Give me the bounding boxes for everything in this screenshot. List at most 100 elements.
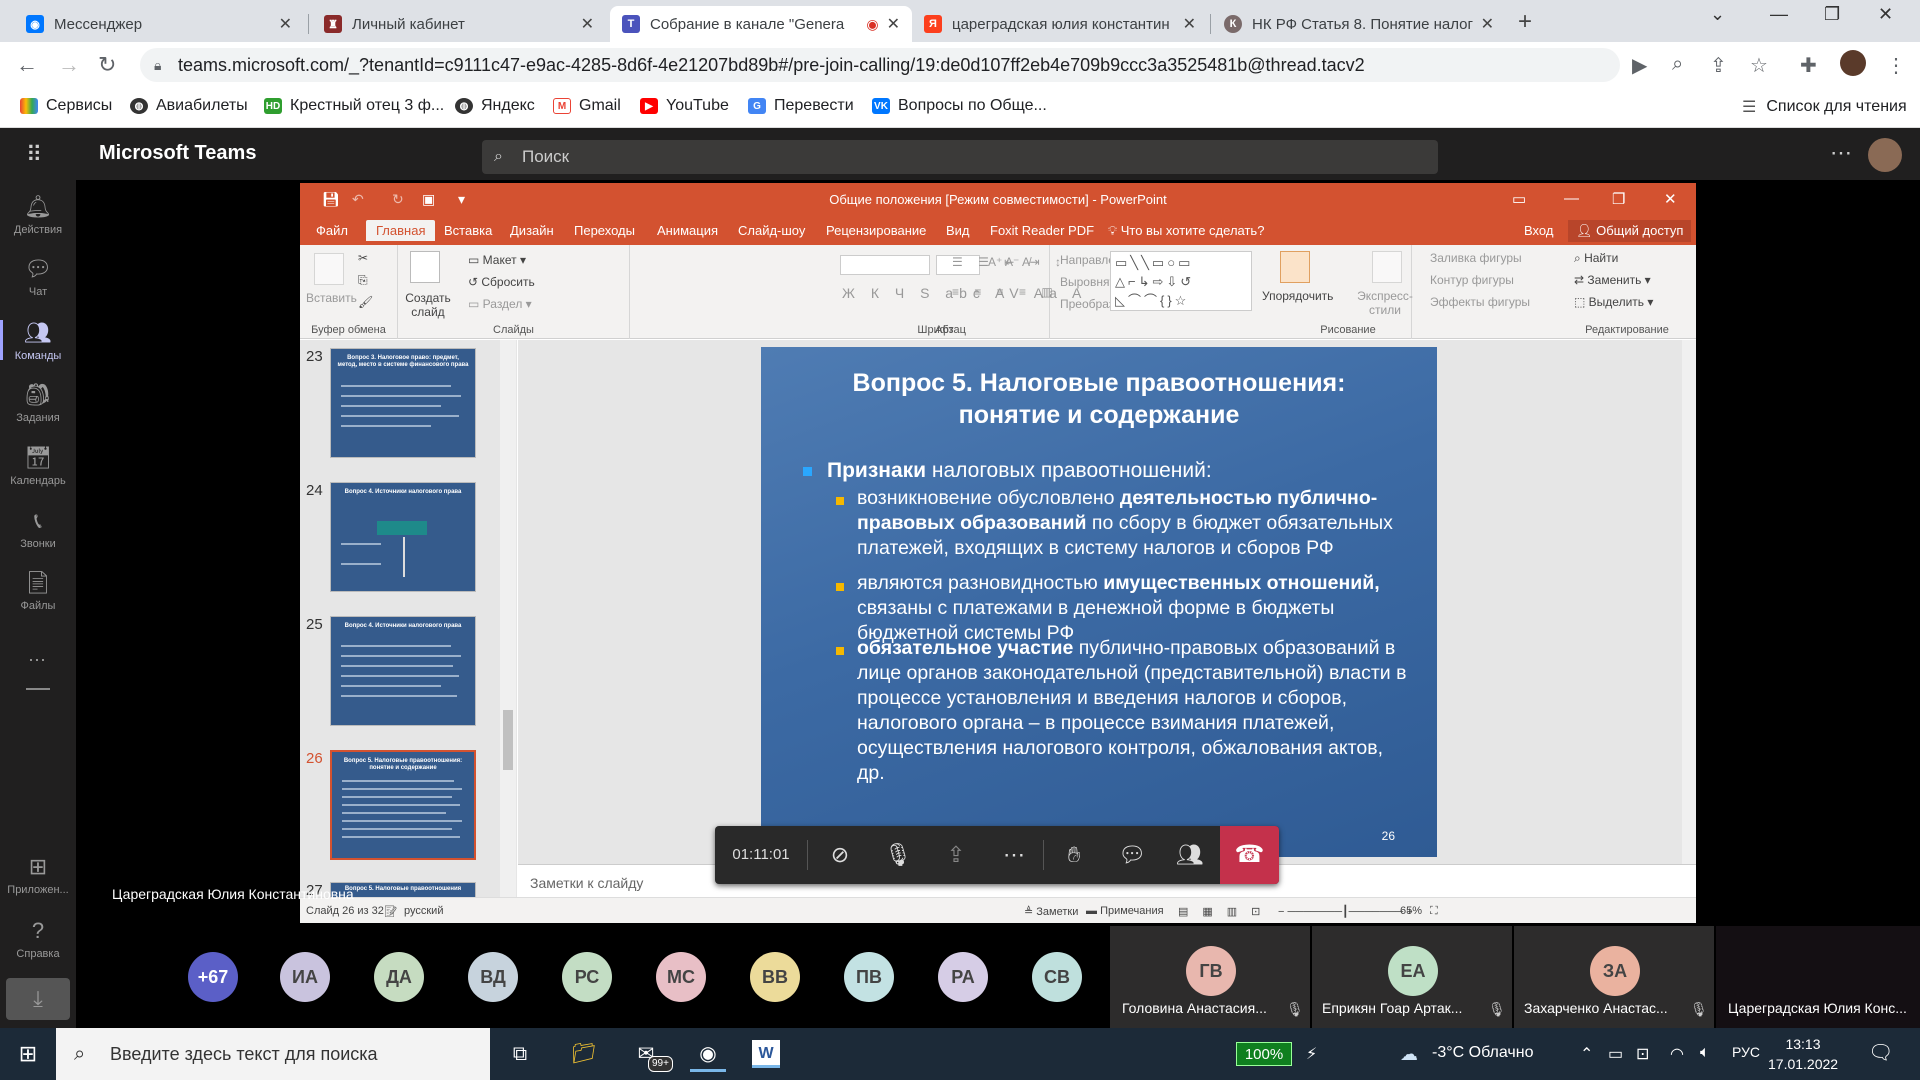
paste-button[interactable]: Вставить: [306, 291, 357, 305]
ribbon-options-icon[interactable]: ▭: [1512, 190, 1526, 208]
chrome-menu-icon[interactable]: ⋮: [1886, 53, 1906, 78]
participant-avatar[interactable]: СВ: [1032, 952, 1082, 1002]
minimize-button[interactable]: —: [1770, 4, 1788, 25]
slide-thumbnail-selected[interactable]: Вопрос 5. Налоговые правоотношения: поня…: [330, 750, 476, 860]
rail-calls[interactable]: 📞︎ Звонки: [0, 508, 76, 550]
participant-avatar[interactable]: МС: [656, 952, 706, 1002]
bookmark-godfather[interactable]: HD Крестный отец 3 ф...: [264, 97, 444, 115]
tab-search-icon[interactable]: ⌄: [1710, 4, 1725, 25]
font-family-select[interactable]: [840, 255, 930, 275]
close-icon[interactable]: ✕: [1481, 14, 1494, 34]
forward-icon[interactable]: →: [58, 52, 80, 78]
scroll-thumb[interactable]: [503, 710, 513, 770]
quick-styles-button[interactable]: Экспресс-стили: [1354, 289, 1416, 317]
bookmark-star-icon[interactable]: ☆: [1750, 53, 1768, 78]
share-button[interactable]: 👤︎ Общий доступ: [1568, 220, 1692, 242]
replace-button[interactable]: ⇄ Заменить ▾: [1574, 273, 1651, 287]
search-input[interactable]: ⌕ Поиск: [482, 140, 1438, 174]
list-buttons[interactable]: ☰ ☰ ⇤ ⇥ ↕: [952, 255, 1067, 269]
more-participants-badge[interactable]: +67: [188, 952, 238, 1002]
close-window-button[interactable]: ✕: [1878, 4, 1893, 25]
tab-insert[interactable]: Вставка: [444, 223, 492, 238]
ppt-restore-button[interactable]: ❐: [1612, 190, 1625, 208]
new-tab-button[interactable]: +: [1518, 8, 1532, 36]
browser-tab-nk-rf[interactable]: К НК РФ Статья 8. Понятие налога ✕: [1212, 6, 1506, 42]
participant-avatar[interactable]: ПВ: [844, 952, 894, 1002]
download-icon[interactable]: ⤓: [6, 978, 70, 1020]
plug-icon[interactable]: ⚡︎: [1306, 1044, 1317, 1064]
fit-slide-icon[interactable]: ⛶: [1430, 905, 1438, 918]
weather-text[interactable]: -3°C Облачно: [1432, 1044, 1533, 1062]
bookmark-questions[interactable]: VK Вопросы по Обще...: [872, 97, 1047, 115]
bookmark-aviatickets[interactable]: ◍ Авиабилеты: [130, 97, 248, 115]
volume-icon[interactable]: 🔈︎: [1700, 1044, 1710, 1062]
ppt-close-button[interactable]: ✕: [1664, 190, 1677, 208]
tab-review[interactable]: Рецензирование: [826, 223, 926, 238]
bookmark-youtube[interactable]: ▶ YouTube: [640, 97, 729, 115]
participant-avatar[interactable]: ДА: [374, 952, 424, 1002]
tab-design[interactable]: Дизайн: [510, 223, 554, 238]
cut-icon[interactable]: ✂: [358, 251, 368, 265]
camera-off-icon[interactable]: ⊘: [811, 826, 869, 884]
shapes-gallery[interactable]: ▭╲╲▭○▭ △⌐↳⇨⇩↺ ◺⌒⌒{}☆: [1110, 251, 1252, 311]
participant-avatar[interactable]: РА: [938, 952, 988, 1002]
camera-blocked-icon[interactable]: ▶: [1632, 53, 1647, 78]
participant-avatar[interactable]: ИА: [280, 952, 330, 1002]
tab-slideshow[interactable]: Слайд-шоу: [738, 223, 805, 238]
language-status[interactable]: русский: [404, 905, 443, 917]
new-slide-button[interactable]: Создать слайд: [402, 291, 454, 319]
url-field[interactable]: 🔒︎ teams.microsoft.com/_?tenantId=c9111c…: [140, 48, 1620, 82]
participants-icon[interactable]: 👥︎: [1161, 826, 1219, 884]
share-icon[interactable]: ⇪: [1710, 53, 1727, 78]
mail-icon[interactable]: ✉ 99+: [628, 1036, 673, 1072]
more-apps-icon[interactable]: ⋯: [28, 650, 46, 671]
format-painter-icon[interactable]: 🖌︎: [358, 295, 373, 309]
chrome-icon[interactable]: ◉: [690, 1036, 726, 1072]
app-launcher-icon[interactable]: ⠿: [26, 142, 42, 168]
view-buttons[interactable]: ▤▦▥⊡: [1178, 905, 1274, 918]
participant-tile[interactable]: ГВ Головина Анастасия... 🎙︎: [1110, 926, 1310, 1028]
tab-view[interactable]: Вид: [946, 223, 970, 238]
profile-avatar[interactable]: [1840, 50, 1866, 76]
close-icon[interactable]: ✕: [887, 14, 900, 34]
participant-tile-presenter[interactable]: Цареградская Юлия Конс...: [1716, 926, 1920, 1028]
network-icon[interactable]: ⊡: [1636, 1044, 1649, 1064]
comments-toggle[interactable]: ▬ Примечания: [1086, 905, 1164, 917]
copy-icon[interactable]: ⎘: [358, 273, 368, 288]
rail-help[interactable]: ? Справка: [0, 918, 76, 960]
mic-muted-icon[interactable]: 🎙︎: [869, 826, 927, 884]
slide-scrollbar[interactable]: [1682, 340, 1696, 864]
reading-list-button[interactable]: ☰ Список для чтения: [1742, 97, 1907, 117]
windows-start-icon[interactable]: ⊞: [10, 1036, 46, 1072]
back-icon[interactable]: ←: [16, 52, 38, 78]
browser-tab-cabinet[interactable]: ♜ Личный кабинет ✕: [312, 6, 606, 42]
select-button[interactable]: ⬚ Выделить ▾: [1574, 295, 1653, 309]
slide-thumbnail[interactable]: Вопрос 4. Источники налогового права: [330, 482, 476, 592]
taskbar-search-input[interactable]: ⌕ Введите здесь текст для поиска: [56, 1028, 490, 1080]
tab-file[interactable]: Файл: [316, 223, 348, 238]
tab-foxit[interactable]: Foxit Reader PDF: [990, 223, 1094, 238]
participant-tile[interactable]: ЗА Захарченко Анастас... 🎙︎: [1514, 926, 1714, 1028]
word-icon[interactable]: W: [752, 1040, 780, 1068]
participant-avatar[interactable]: ВД: [468, 952, 518, 1002]
ppt-minimize-button[interactable]: —: [1564, 190, 1579, 207]
user-avatar[interactable]: [1868, 138, 1902, 172]
bookmark-translate[interactable]: G Перевести: [748, 97, 854, 115]
rail-calendar[interactable]: 📅︎ Календарь: [0, 445, 76, 487]
close-icon[interactable]: ✕: [581, 14, 594, 34]
browser-tab-messenger[interactable]: ◉ Мессенджер ✕: [14, 6, 304, 42]
reload-icon[interactable]: ↻: [98, 52, 116, 78]
battery-icon[interactable]: ▭: [1608, 1044, 1623, 1064]
wifi-icon[interactable]: ◠: [1670, 1044, 1684, 1064]
rail-assignments[interactable]: 🎒︎ Задания: [0, 382, 76, 424]
arrange-icon[interactable]: [1280, 251, 1310, 283]
extensions-icon[interactable]: ✚: [1800, 53, 1817, 78]
chat-icon[interactable]: 💬︎: [1103, 826, 1161, 884]
current-slide[interactable]: Вопрос 5. Налоговые правоотношения: поня…: [761, 347, 1437, 857]
layout-button[interactable]: ▭ Макет ▾: [468, 253, 526, 267]
tab-transitions[interactable]: Переходы: [574, 223, 635, 238]
raise-hand-icon[interactable]: ✋︎: [1045, 826, 1103, 884]
more-actions-icon[interactable]: ⋯: [985, 826, 1043, 884]
section-button[interactable]: ▭ Раздел ▾: [468, 297, 532, 311]
notes-toggle[interactable]: ≜ Заметки: [1024, 905, 1078, 918]
